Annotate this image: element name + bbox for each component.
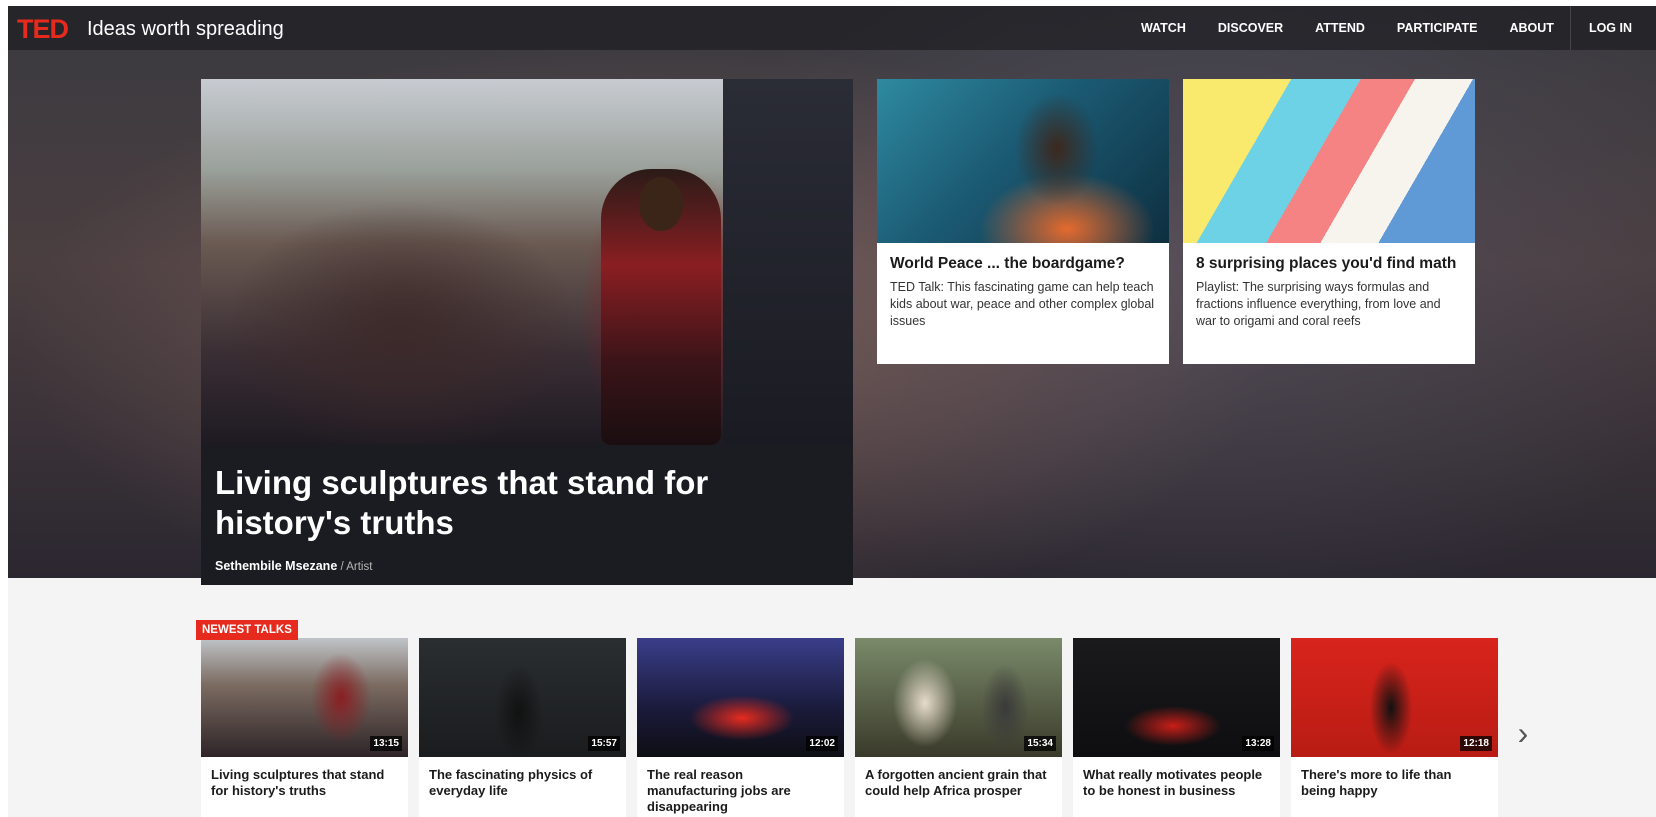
promo-card-description: TED Talk: This fascinating game can help… [890,280,1155,328]
promo-card-description: Playlist: The surprising ways formulas a… [1196,280,1441,328]
nav-participate[interactable]: PARTICIPATE [1381,6,1494,50]
tagline: Ideas worth spreading [87,18,284,40]
nav-links: WATCH DISCOVER ATTEND PARTICIPATE ABOUT … [1125,6,1656,50]
talk-duration: 12:18 [1460,736,1492,751]
byline-separator: / [337,561,347,573]
talk-card[interactable]: 15:57 The fascinating physics of everyda… [419,638,626,817]
talk-duration: 15:34 [1024,736,1056,751]
chevron-right-icon[interactable]: › [1513,717,1533,749]
talk-duration: 15:57 [588,736,620,751]
talk-thumbnail: 12:02 [637,638,844,757]
login-link[interactable]: LOG IN [1569,6,1656,50]
newest-talks-row: 13:15 Living sculptures that stand for h… [201,638,1498,817]
newest-talks-badge: NEWEST TALKS [196,620,298,640]
talk-card[interactable]: 12:02 The real reason manufacturing jobs… [637,638,844,817]
talk-card[interactable]: 13:28 What really motivates people to be… [1073,638,1280,817]
featured-talk-title[interactable]: Living sculptures that stand for history… [215,463,839,543]
talk-card[interactable]: 13:15 Living sculptures that stand for h… [201,638,408,817]
nav-watch[interactable]: WATCH [1125,6,1202,50]
nav-about[interactable]: ABOUT [1493,6,1569,50]
talk-duration: 13:28 [1242,736,1274,751]
nav-discover[interactable]: DISCOVER [1202,6,1299,50]
talk-thumbnail: 13:15 [201,638,408,757]
talk-title: The real reason manufacturing jobs are d… [647,767,791,814]
featured-speaker-name[interactable]: Sethembile Msezane [215,559,337,573]
featured-talk-image [201,79,853,445]
talk-duration: 12:02 [806,736,838,751]
talk-card[interactable]: 15:34 A forgotten ancient grain that cou… [855,638,1062,817]
featured-talk-caption: Living sculptures that stand for history… [215,463,839,573]
talk-title: The fascinating physics of everyday life [429,767,593,798]
talk-thumbnail: 15:34 [855,638,1062,757]
promo-card-title: World Peace ... the boardgame? [890,255,1125,272]
promo-card-title: 8 surprising places you'd find math [1196,255,1457,272]
talk-title: What really motivates people to be hones… [1083,767,1263,798]
featured-speaker-role: Artist [346,561,373,573]
nav-attend[interactable]: ATTEND [1299,6,1381,50]
talk-duration: 13:15 [370,736,402,751]
talk-thumbnail: 13:28 [1073,638,1280,757]
promo-card-image [1183,79,1475,243]
promo-card-world-peace[interactable]: World Peace ... the boardgame? TED Talk:… [877,79,1169,364]
featured-talk[interactable]: Living sculptures that stand for history… [201,79,853,585]
featured-talk-byline: Sethembile Msezane / Artist [215,559,839,573]
top-nav: TED Ideas worth spreading WATCH DISCOVER… [8,6,1656,50]
talk-card[interactable]: 12:18 There's more to life than being ha… [1291,638,1498,817]
talk-thumbnail: 15:57 [419,638,626,757]
promo-card-image [877,79,1169,243]
talk-title: There's more to life than being happy [1301,767,1452,798]
ted-logo[interactable]: TED [17,14,69,45]
talk-title: A forgotten ancient grain that could hel… [865,767,1047,798]
page: TED Ideas worth spreading WATCH DISCOVER… [8,6,1656,817]
talk-thumbnail: 12:18 [1291,638,1498,757]
talk-title: Living sculptures that stand for history… [211,767,385,798]
promo-card-math[interactable]: 8 surprising places you'd find math Play… [1183,79,1475,364]
